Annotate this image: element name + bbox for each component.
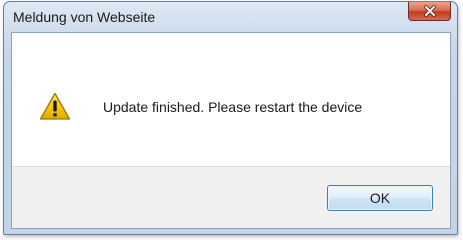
- message-dialog: Meldung von Webseite Update finished. Pl…: [3, 1, 458, 235]
- desktop: Meldung von Webseite Update finished. Pl…: [0, 0, 463, 240]
- close-icon: [423, 5, 436, 17]
- ok-button[interactable]: OK: [327, 185, 433, 211]
- dialog-body: Update finished. Please restart the devi…: [11, 32, 451, 229]
- title-bar[interactable]: Meldung von Webseite: [4, 2, 457, 32]
- warning-icon: [39, 92, 71, 120]
- message-area: Update finished. Please restart the devi…: [12, 33, 450, 166]
- window-title: Meldung von Webseite: [13, 9, 156, 25]
- dialog-message: Update finished. Please restart the devi…: [103, 99, 363, 115]
- close-button[interactable]: [408, 2, 451, 21]
- button-bar: OK: [12, 166, 450, 228]
